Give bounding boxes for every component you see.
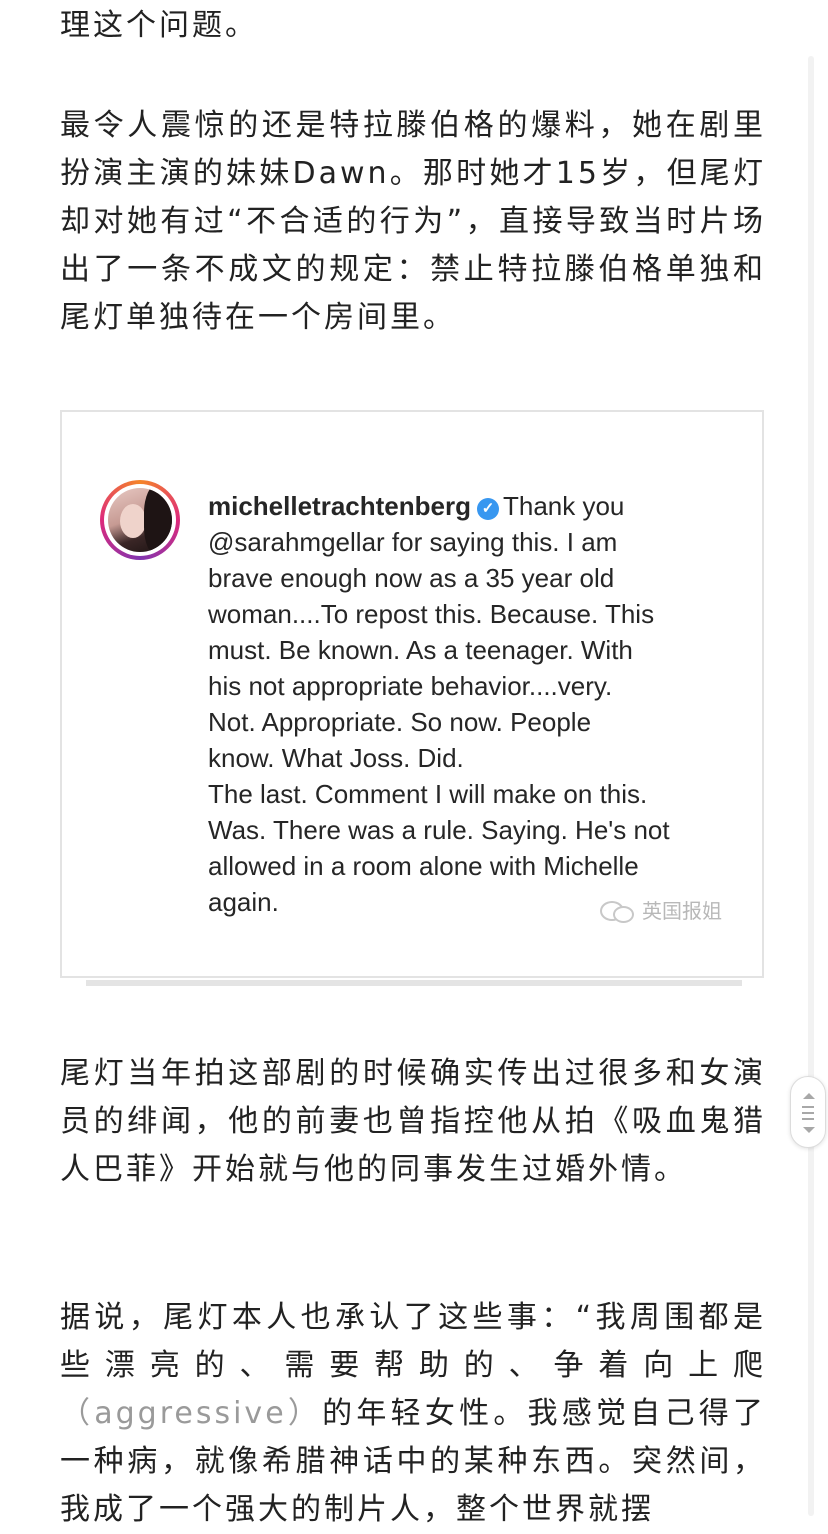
- chevron-down-icon: [803, 1127, 815, 1133]
- caption-line: brave enough now as a 35 year old: [208, 563, 615, 593]
- scroll-grip-icon: [802, 1118, 814, 1120]
- card-shadow: [86, 980, 742, 986]
- avatar-photo: [108, 488, 172, 552]
- caption-line: Was. There was a rule. Saying. He's not: [208, 815, 670, 845]
- caption-line: woman....To repost this. Because. This: [208, 599, 655, 629]
- caption-line: Not. Appropriate. So now. People: [208, 707, 592, 737]
- scroll-grip-icon: [802, 1106, 814, 1108]
- verified-badge-icon: ✓: [476, 498, 499, 520]
- caption-line: michelletrachtenberg ✓ Thank you: [208, 488, 728, 524]
- chevron-up-icon: [803, 1093, 815, 1099]
- article-paragraph: 理这个问题。: [60, 8, 258, 43]
- scrollbar-handle[interactable]: [790, 1076, 826, 1148]
- wechat-icon: [600, 899, 634, 923]
- caption-line: must. Be known. As a teenager. With: [208, 635, 633, 665]
- article-paragraph: 尾灯当年拍这部剧的时候确实传出过很多和女演员的绯闻，他的前妻也曾指控他从拍《吸血…: [60, 1056, 766, 1187]
- scroll-grip-icon: [802, 1112, 814, 1114]
- caption-line: The last. Comment I will make on this.: [208, 779, 648, 809]
- watermark: 英国报姐: [600, 895, 722, 924]
- post-username: michelletrachtenberg: [208, 491, 471, 521]
- caption-line: @sarahmgellar for saying this. I am: [208, 527, 618, 557]
- article-paragraph: 据说，尾灯本人也承认了这些事：“我周围都是些漂亮的、需要帮助的、争着向上爬 （ag…: [60, 1294, 766, 1534]
- watermark-text: 英国报姐: [642, 899, 722, 923]
- caption-line: his not appropriate behavior....very.: [208, 671, 613, 701]
- post-caption: michelletrachtenberg ✓ Thank you @sarahmge…: [208, 488, 728, 920]
- caption-text: Thank you: [502, 491, 625, 521]
- avatar: [100, 480, 180, 560]
- caption-line: allowed in a room alone with Michelle: [208, 851, 639, 881]
- paragraph-text: 据说，尾灯本人也承认了这些事：“我周围都是些漂亮的、需要帮助的、争着向上爬: [60, 1300, 766, 1383]
- english-term: （aggressive）: [60, 1396, 323, 1431]
- article-paragraph: 最令人震惊的还是特拉滕伯格的爆料，她在剧里扮演主演的妹妹Dawn。那时她才15岁…: [60, 108, 766, 335]
- caption-line: know. What Joss. Did.: [208, 743, 464, 773]
- embedded-instagram-screenshot[interactable]: michelletrachtenberg ✓ Thank you @sarahmge…: [60, 410, 764, 978]
- scrollbar-track[interactable]: [808, 56, 814, 1516]
